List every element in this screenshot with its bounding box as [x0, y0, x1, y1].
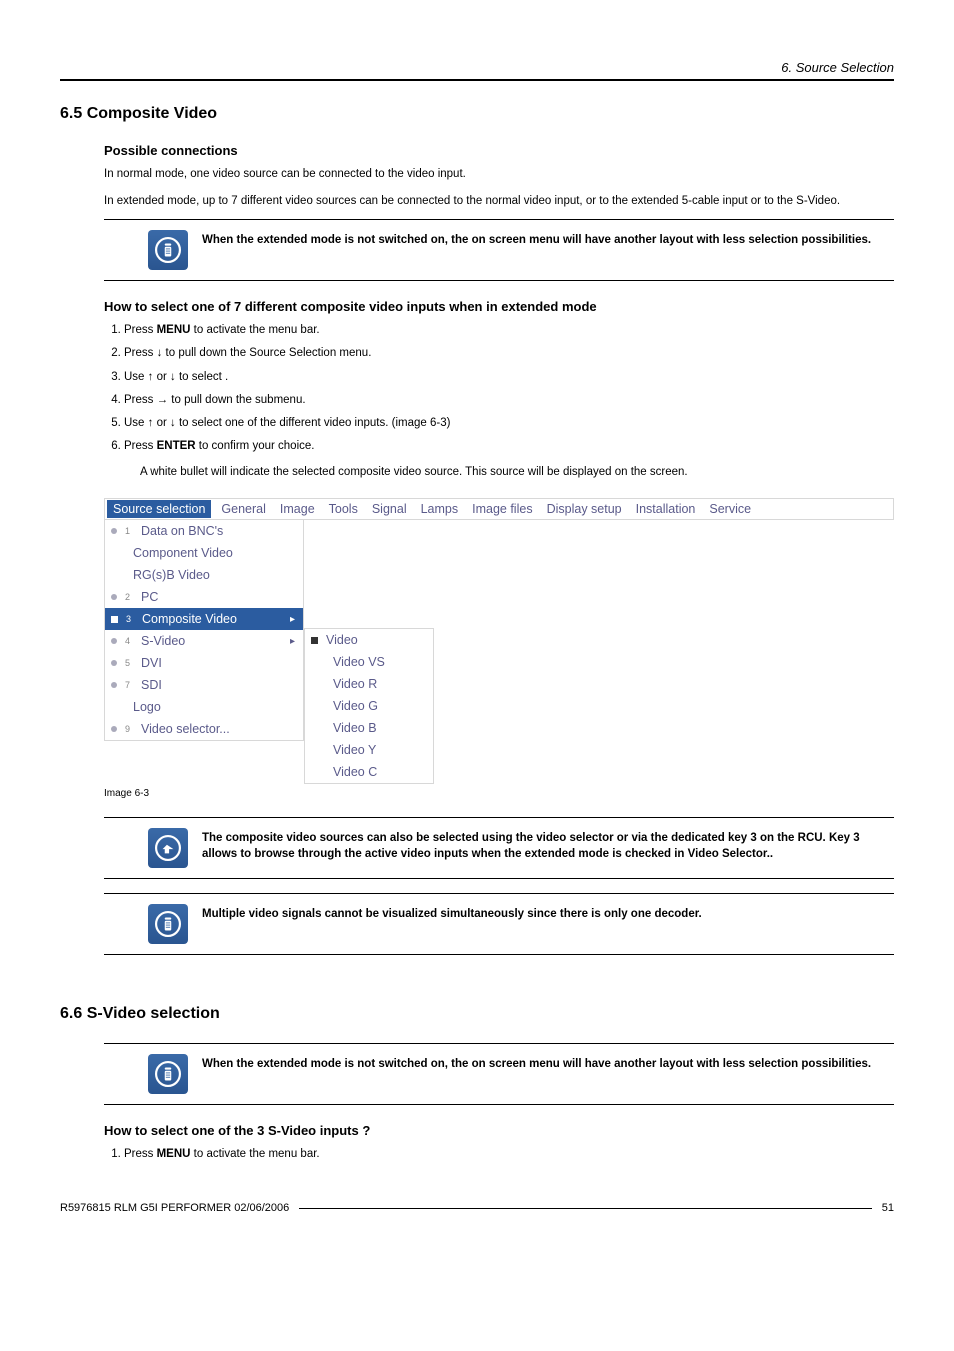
menu-item[interactable]: Component Video: [105, 542, 303, 564]
step-note: A white bullet will indicate the selecte…: [140, 464, 894, 480]
menu-item[interactable]: RG(s)B Video: [105, 564, 303, 586]
menu-item[interactable]: 4S-Video▸: [105, 630, 303, 652]
menu-item[interactable]: 5DVI: [105, 652, 303, 674]
step-item: Press ↓ to pull down the Source Selectio…: [124, 345, 894, 361]
note-icon: [148, 230, 188, 270]
rule: [104, 878, 894, 879]
info-callout: When the extended mode is not switched o…: [148, 230, 894, 270]
submenu-item[interactable]: Video C: [305, 761, 433, 783]
menubar-item[interactable]: Service: [709, 502, 751, 516]
rule: [104, 1043, 894, 1044]
steps-list: Press MENU to activate the menu bar. Pre…: [124, 322, 894, 454]
submenu-item[interactable]: Video G: [305, 695, 433, 717]
rule: [104, 1104, 894, 1105]
rule: [104, 893, 894, 894]
section-6-5-title: 6.5 Composite Video: [60, 105, 894, 123]
menubar-item[interactable]: Display setup: [547, 502, 622, 516]
callout-text: When the extended mode is not switched o…: [202, 230, 871, 248]
menubar-item[interactable]: Image: [280, 502, 315, 516]
menubar-item[interactable]: Lamps: [421, 502, 459, 516]
step-item: Press → to pull down the submenu.: [124, 392, 894, 408]
note-icon: [148, 904, 188, 944]
submenu-item[interactable]: Video R: [305, 673, 433, 695]
submenu-item[interactable]: Video: [305, 629, 433, 651]
rule: [104, 817, 894, 818]
menu-item[interactable]: 9Video selector...: [105, 718, 303, 740]
subheading-possible-connections: Possible connections: [104, 143, 894, 158]
menu-item[interactable]: Logo: [105, 696, 303, 718]
section-6-6-title: 6.6 S-Video selection: [60, 1005, 894, 1023]
step-item: Press ENTER to confirm your choice.: [124, 438, 894, 454]
sub-menu-column: Video Video VS Video R Video G Video B V…: [304, 628, 434, 784]
step-item: Press MENU to activate the menu bar.: [124, 322, 894, 338]
callout-text: Multiple video signals cannot be visuali…: [202, 904, 702, 922]
menu-item-selected[interactable]: 3Composite Video▸: [105, 608, 303, 630]
submenu-item[interactable]: Video B: [305, 717, 433, 739]
info-callout: When the extended mode is not switched o…: [148, 1054, 894, 1094]
menu-figure: Source selection General Image Tools Sig…: [104, 498, 894, 784]
menubar-item[interactable]: Installation: [636, 502, 696, 516]
menubar-item[interactable]: Tools: [329, 502, 358, 516]
submenu-arrow-icon: ▸: [290, 636, 295, 647]
menubar-item[interactable]: Signal: [372, 502, 407, 516]
chapter-header: 6. Source Selection: [60, 60, 894, 75]
menu-item[interactable]: 7SDI: [105, 674, 303, 696]
submenu-item[interactable]: Video Y: [305, 739, 433, 761]
figure-caption: Image 6-3: [104, 788, 894, 799]
menu-item[interactable]: 2PC: [105, 586, 303, 608]
footer-line: [299, 1208, 871, 1209]
subheading-how-to-select: How to select one of 7 different composi…: [104, 299, 894, 314]
paragraph: In normal mode, one video source can be …: [104, 166, 894, 183]
callout-text: When the extended mode is not switched o…: [202, 1054, 871, 1072]
menubar-item[interactable]: Image files: [472, 502, 532, 516]
steps-list: Press MENU to activate the menu bar.: [124, 1146, 894, 1162]
page-footer: R5976815 RLM G5I PERFORMER 02/06/2006 51: [60, 1202, 894, 1214]
menubar-item[interactable]: General: [221, 502, 265, 516]
step-item: Use ↑ or ↓ to select one of the differen…: [124, 415, 894, 431]
footer-left: R5976815 RLM G5I PERFORMER 02/06/2006: [60, 1202, 289, 1214]
step-item: Press MENU to activate the menu bar.: [124, 1146, 894, 1162]
rule: [104, 280, 894, 281]
submenu-arrow-icon: ▸: [290, 614, 295, 625]
step-item: Use ↑ or ↓ to select .: [124, 369, 894, 385]
menubar-item-selected[interactable]: Source selection: [107, 500, 211, 518]
menu-item[interactable]: 1Data on BNC's: [105, 520, 303, 542]
submenu-item[interactable]: Video VS: [305, 651, 433, 673]
rule: [104, 954, 894, 955]
callout-text: The composite video sources can also be …: [202, 828, 894, 862]
rule: [104, 219, 894, 220]
main-menu-column: 1Data on BNC's Component Video RG(s)B Vi…: [104, 520, 304, 741]
paragraph: In extended mode, up to 7 different vide…: [104, 193, 894, 210]
menubar: Source selection General Image Tools Sig…: [104, 498, 894, 520]
footer-page-number: 51: [882, 1202, 894, 1214]
info-callout: Multiple video signals cannot be visuali…: [148, 904, 894, 944]
note-icon: [148, 1054, 188, 1094]
tip-callout: The composite video sources can also be …: [148, 828, 894, 868]
hand-icon: [148, 828, 188, 868]
header-rule: [60, 79, 894, 81]
subheading-svideo-howto: How to select one of the 3 S-Video input…: [104, 1123, 894, 1138]
